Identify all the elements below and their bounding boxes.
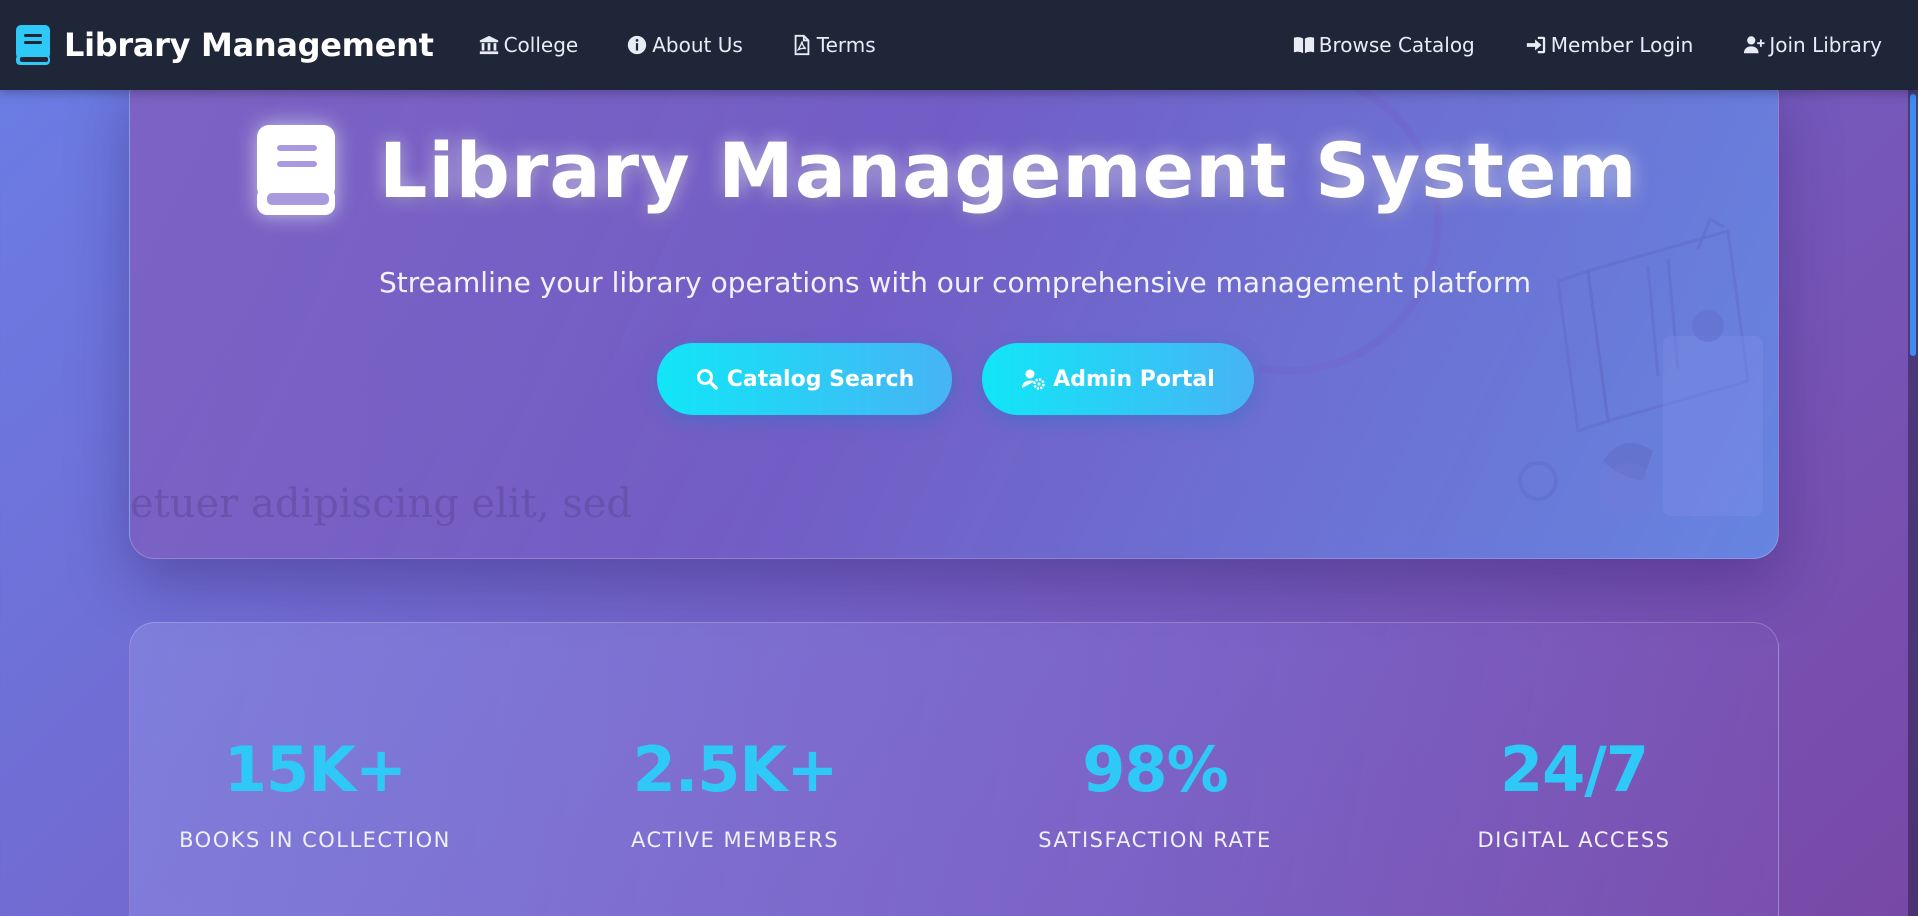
stat-value: 15K+ [223, 733, 407, 806]
stat-digital-access: 24/7 DIGITAL ACCESS [1394, 733, 1754, 852]
brand[interactable]: Library Management [14, 23, 434, 67]
catalog-search-label: Catalog Search [726, 366, 915, 392]
hero-title-row: Library Management System [255, 123, 1638, 217]
search-icon [696, 369, 718, 390]
brand-title: Library Management [64, 26, 434, 64]
nav-left-links: College About Us Terms [478, 33, 924, 57]
stat-members: 2.5K+ ACTIVE MEMBERS [555, 733, 915, 852]
stat-books: 15K+ BOOKS IN COLLECTION [135, 733, 495, 852]
stat-label: SATISFACTION RATE [1038, 828, 1272, 852]
catalog-search-button[interactable]: Catalog Search [657, 343, 952, 415]
stat-value: 2.5K+ [632, 733, 839, 806]
nav-link-about[interactable]: About Us [626, 33, 743, 57]
scrollbar-thumb[interactable] [1910, 94, 1916, 356]
page-title: Library Management System [379, 125, 1638, 215]
book-icon [16, 25, 50, 65]
nav-link-terms[interactable]: Terms [791, 33, 876, 57]
nav-link-label: Join Library [1769, 33, 1882, 57]
open-book-icon [1293, 37, 1314, 54]
user-plus-icon [1744, 36, 1765, 54]
stats-card: 15K+ BOOKS IN COLLECTION 2.5K+ ACTIVE ME… [129, 622, 1779, 916]
building-columns-icon [479, 35, 498, 55]
hero-background-text: etuer adipiscing elit, sed [130, 481, 633, 527]
hero-subtitle: Streamline your library operations with … [378, 266, 1532, 299]
admin-portal-button[interactable]: Admin Portal [982, 343, 1254, 415]
nav-link-member-login[interactable]: Member Login [1525, 33, 1694, 57]
stat-satisfaction: 98% SATISFACTION RATE [975, 733, 1335, 852]
nav-link-browse-catalog[interactable]: Browse Catalog [1293, 33, 1475, 57]
info-circle-icon [628, 35, 647, 55]
nav-link-label: Terms [816, 33, 876, 57]
nav-link-label: Browse Catalog [1318, 33, 1475, 57]
sign-in-icon [1526, 36, 1545, 54]
file-pdf-icon [794, 34, 810, 56]
page-scrollbar[interactable] [1908, 90, 1918, 916]
stat-label: ACTIVE MEMBERS [630, 828, 840, 852]
stat-label: BOOKS IN COLLECTION [179, 828, 451, 852]
nav-right-links: Browse Catalog Member Login Join Library [1243, 33, 1882, 57]
hero-buttons: Catalog Search Admin Portal [657, 343, 1254, 415]
nav-link-label: Member Login [1550, 33, 1694, 57]
stat-label: DIGITAL ACCESS [1477, 828, 1671, 852]
stat-value: 98% [1082, 733, 1228, 806]
top-navbar: Library Management College About Us Term… [0, 0, 1918, 90]
admin-portal-label: Admin Portal [1053, 366, 1215, 392]
book-icon [257, 125, 335, 215]
user-gear-icon [1022, 369, 1045, 390]
nav-link-label: About Us [652, 33, 743, 57]
hero-card: etuer adipiscing elit, sed Library Manag… [129, 70, 1779, 559]
stat-value: 24/7 [1499, 733, 1649, 806]
nav-link-label: College [503, 33, 579, 57]
nav-link-join-library[interactable]: Join Library [1743, 33, 1882, 57]
nav-link-college[interactable]: College [478, 33, 579, 57]
